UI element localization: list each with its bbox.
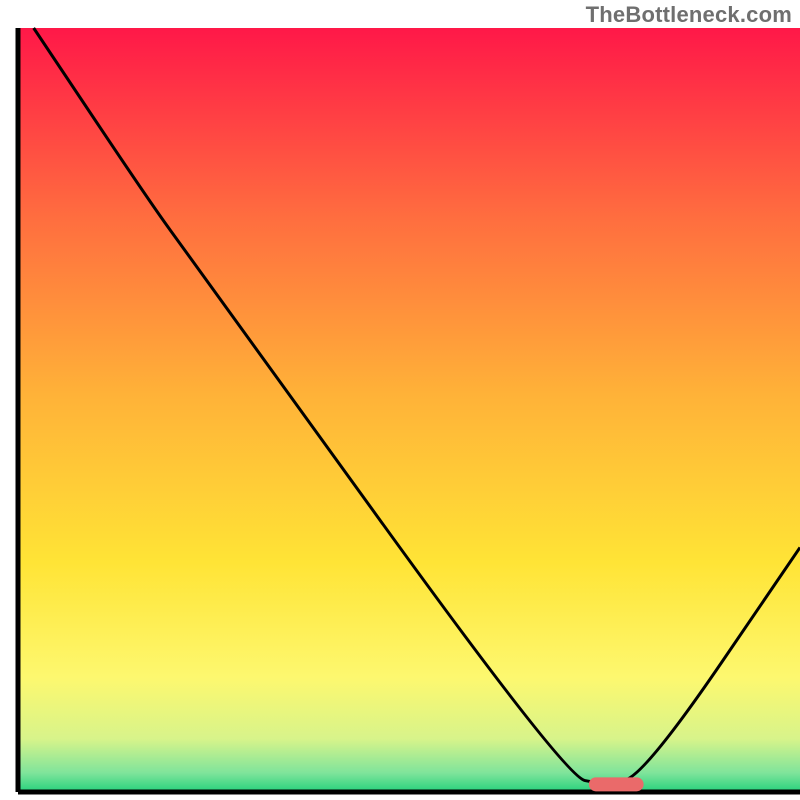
plot-background: [18, 28, 800, 792]
chart-container: TheBottleneck.com: [0, 0, 800, 800]
bottleneck-chart: [0, 0, 800, 800]
optimal-range-marker: [589, 777, 644, 791]
